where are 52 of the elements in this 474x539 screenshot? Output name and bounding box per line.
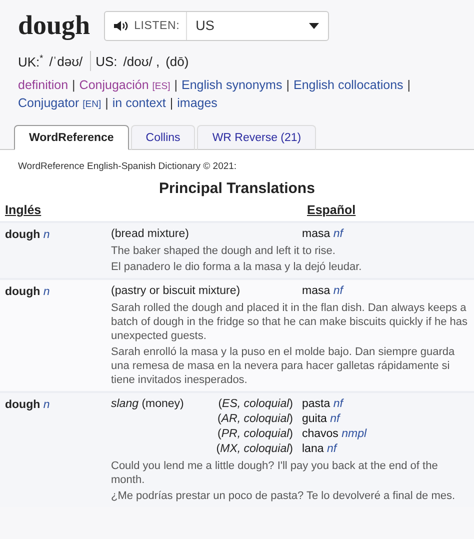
us-label: US: (96, 54, 118, 68)
section-title: Principal Translations (158, 179, 316, 199)
translation: lana nf (302, 442, 338, 457)
entry-term: dough n (4, 229, 50, 241)
entry-term: dough n (4, 286, 50, 298)
us-respelling: (dō) (166, 54, 189, 68)
sense-text: slang (money) (111, 397, 184, 412)
example-sentence: The baker shaped the dough and left it to rise. (111, 244, 336, 258)
sense-text: (bread mixture) (111, 227, 189, 242)
link-separator: | (72, 77, 76, 93)
dictionary-link[interactable]: in context (112, 95, 166, 111)
example-sentence: Could you lend me a little dough? I'll pay you back at the end of the month. (111, 459, 439, 487)
link-separator: | (170, 95, 174, 111)
usage-note: (AR, coloquial) (218, 412, 293, 427)
usage-note: (ES, coloquial) (218, 397, 293, 412)
example-sentence: Sarah enrolló la masa y la puso en el molde bajo. Dan siempre guarda una remesa de masa en la nevera para hacer galletas rápidamente si tiene invitados inesperados. (111, 345, 456, 387)
dictionary-link[interactable]: English collocations (293, 77, 404, 93)
dictionary-tab[interactable]: WR Reverse (21) (197, 125, 316, 150)
dictionary-link[interactable]: Conjugación [ES] (79, 77, 170, 95)
source-note: WordReference English-Spanish Dictionary © 2021: (17, 160, 238, 174)
dialect-select[interactable]: US (186, 12, 328, 40)
dictionary-tab[interactable]: WordReference (14, 125, 129, 150)
caret-icon (309, 22, 320, 28)
listen-button[interactable]: LISTEN: (105, 12, 187, 40)
translation: pasta nf (302, 397, 345, 412)
dictionary-link[interactable]: definition (18, 77, 68, 93)
dictionary-link[interactable]: Conjugator [EN] (18, 95, 102, 113)
link-separator: | (407, 77, 411, 93)
column-header: Inglés (4, 203, 42, 219)
link-separator: | (105, 95, 108, 111)
example-sentence: Sarah rolled the dough and placed it in the flan dish. Dan always keeps a batch of dough in the fridge so that he can make biscuits quickly if he has unexpected guests. (111, 301, 468, 343)
dictionary-link[interactable]: English synonyms (181, 77, 282, 93)
uk-pronunciation: /ˈdəʊ/ (49, 54, 83, 68)
headword: dough (18, 10, 90, 41)
example-sentence: El panadero le dio forma a la masa y la dejó leudar. (111, 260, 363, 274)
dictionary-tab[interactable]: Collins (130, 125, 196, 150)
translation: chavos nmpl (302, 427, 368, 442)
speaker-icon (113, 20, 130, 32)
usage-note: (PR, coloquial) (218, 427, 293, 442)
sense-text: (pastry or biscuit mixture) (111, 284, 240, 299)
translation: guita nf (302, 412, 342, 427)
uk-label: UK:$^{*}$ (18, 52, 44, 70)
usage-note: (MX, coloquial) (216, 442, 293, 457)
us-pronunciation: /doʊ/ , (123, 54, 160, 68)
link-separator: | (286, 77, 290, 93)
example-sentence: ¿Me podrías prestar un poco de pasta? Te lo devolveré a final de mes. (111, 489, 456, 503)
entry-term: dough n (4, 399, 50, 411)
translation: masa nf (302, 284, 345, 299)
link-separator: | (174, 77, 178, 93)
translation: masa nf (302, 227, 345, 242)
column-header: Español (306, 203, 357, 219)
dictionary-link[interactable]: images (177, 95, 218, 111)
